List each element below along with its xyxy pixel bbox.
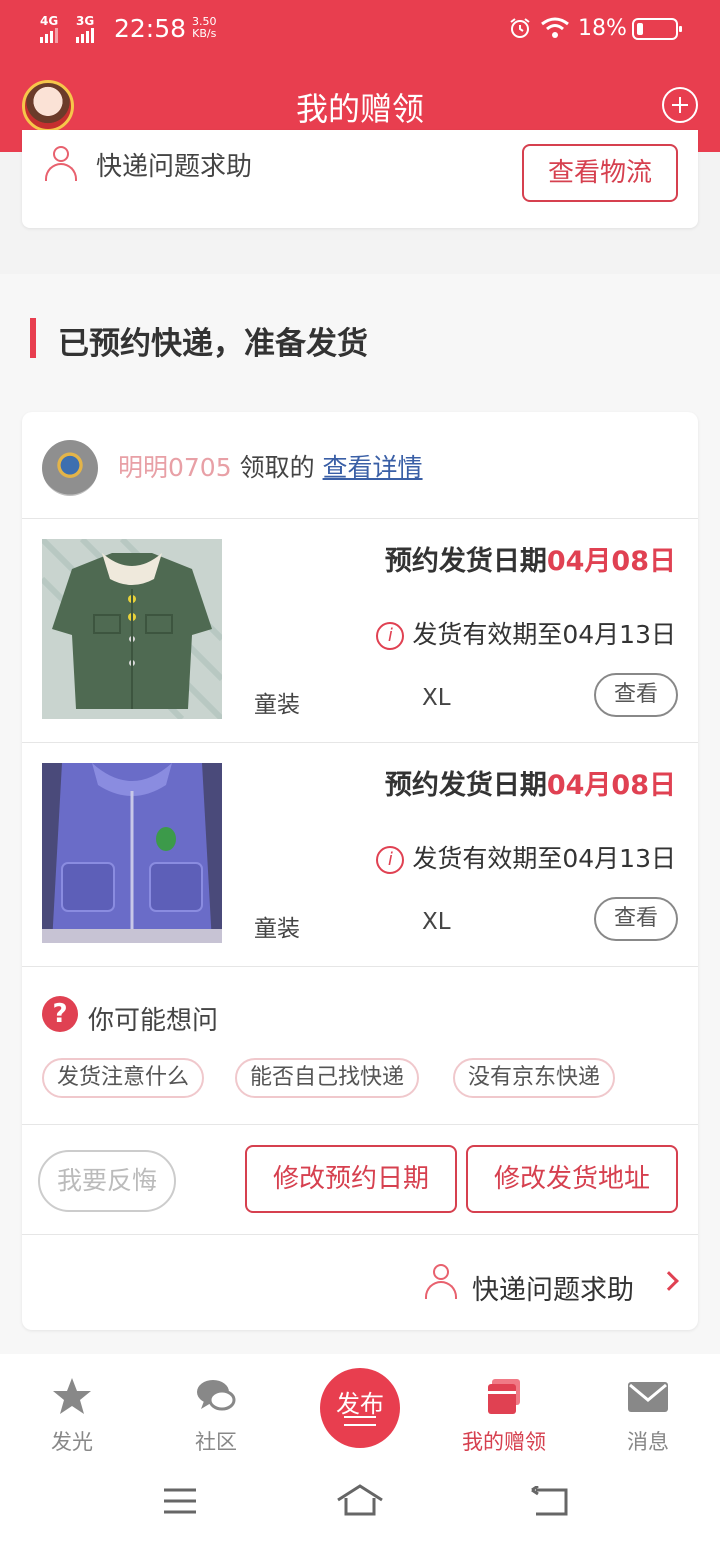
product-image-purple-jacket[interactable] [42, 763, 222, 943]
battery-icon [632, 18, 682, 40]
tab-my-gifts[interactable]: 我的赠领 [432, 1354, 576, 1466]
divider [22, 966, 698, 967]
divider [22, 1124, 698, 1125]
modify-date-button[interactable]: 修改预约日期 [245, 1145, 457, 1213]
wifi-icon [541, 17, 569, 38]
clock: 22:58 [114, 14, 187, 43]
faq-chip[interactable]: 能否自己找快递 [235, 1058, 420, 1098]
ship-date-line: 预约发货日期04月08日 [385, 539, 676, 578]
tab-messages[interactable]: 消息 [576, 1354, 720, 1466]
status-bar: 4G 3G 22:58 3.50 KB/s 18% [0, 0, 720, 58]
speed-unit: KB/s [192, 27, 217, 40]
info-icon: i [376, 846, 405, 874]
item-size: XL [422, 685, 451, 711]
divider [22, 1234, 698, 1235]
express-help-label[interactable]: 快递问题求助 [96, 146, 252, 183]
chevron-right-icon[interactable] [659, 1271, 679, 1291]
battery-percent: 18% [578, 16, 627, 41]
section-accent-bar [30, 318, 36, 358]
gift-box-icon [488, 1379, 520, 1414]
info-icon: i [376, 622, 405, 650]
ship-date-label: 预约发货日期 [384, 546, 547, 577]
tab-label: 社区 [195, 1430, 237, 1454]
list-item: 预约发货日期04月08日 i 发货有效期至04月13日 童装 XL 查看 [22, 743, 698, 967]
regret-button[interactable]: 我要反悔 [38, 1150, 176, 1212]
signal-label: 4G [40, 14, 59, 28]
section-title: 已预约快递，准备发货 [58, 326, 368, 362]
list-item: 预约发货日期04月08日 i 发货有效期至04月13日 童装 XL 查看 [22, 519, 698, 743]
previous-order-card: 快递问题求助 查看物流 [22, 130, 698, 228]
publish-button[interactable]: 发布 [320, 1368, 400, 1448]
chat-bubbles-icon [197, 1380, 236, 1411]
tab-label: 消息 [627, 1430, 669, 1454]
network-speed: 3.50 KB/s [192, 16, 217, 40]
claimer-avatar[interactable] [42, 440, 98, 496]
signal-bars-icon [40, 28, 70, 43]
item-category: 童装 [254, 916, 300, 942]
signal-label: 3G [76, 14, 95, 28]
tab-community[interactable]: 社区 [144, 1354, 288, 1466]
view-details-link[interactable]: 查看详情 [323, 453, 423, 482]
express-help-link[interactable]: 快递问题求助 [472, 1268, 634, 1307]
question-icon: ? [42, 996, 78, 1032]
item-category: 童装 [254, 692, 300, 718]
faq-title: 你可能想问 [88, 1006, 219, 1036]
person-icon [44, 146, 78, 181]
tab-label: 我的赠领 [462, 1430, 546, 1454]
tab-label: 发光 [51, 1430, 93, 1454]
claimer-line: 明明0705 领取的 查看详情 [118, 448, 423, 484]
view-item-button[interactable]: 查看 [594, 673, 678, 717]
plus-circle-icon[interactable] [662, 87, 698, 123]
ship-date-value: 04月08日 [546, 546, 676, 577]
order-card: 明明0705 领取的 查看详情 预约发货日期04月08日 i 发货有效期至04月… [22, 412, 698, 1330]
modify-address-button[interactable]: 修改发货地址 [466, 1145, 678, 1213]
product-image-green-jacket[interactable] [42, 539, 222, 719]
tab-glow[interactable]: 发光 [0, 1354, 144, 1466]
faq-chip[interactable]: 发货注意什么 [42, 1058, 205, 1098]
view-logistics-button[interactable]: 查看物流 [522, 144, 678, 202]
back-icon[interactable] [530, 1486, 570, 1518]
star-icon [53, 1378, 91, 1414]
system-nav-bar [0, 1466, 720, 1544]
valid-until-line: i 发货有效期至04月13日 [376, 839, 676, 875]
valid-until-text: 发货有效期至04月13日 [412, 844, 676, 873]
publish-icon [344, 1416, 376, 1418]
home-icon[interactable] [336, 1484, 384, 1518]
claimer-verb: 领取的 [239, 453, 315, 482]
claimer-name[interactable]: 明明0705 [118, 453, 232, 482]
mail-icon [628, 1382, 668, 1412]
alarm-icon [510, 18, 530, 38]
ship-date-line: 预约发货日期04月08日 [385, 763, 676, 802]
valid-until-line: i 发货有效期至04月13日 [376, 615, 676, 651]
page-title: 我的赠领 [295, 90, 424, 128]
faq-chip[interactable]: 没有京东快递 [453, 1058, 616, 1098]
person-icon [424, 1264, 458, 1299]
menu-icon[interactable] [162, 1486, 198, 1516]
ship-date-label: 预约发货日期 [384, 770, 547, 801]
publish-label: 发布 [336, 1390, 384, 1418]
item-size: XL [422, 909, 451, 935]
view-item-button[interactable]: 查看 [594, 897, 678, 941]
signal-bars-icon [76, 28, 106, 43]
ship-date-value: 04月08日 [546, 770, 676, 801]
valid-until-text: 发货有效期至04月13日 [412, 620, 676, 649]
